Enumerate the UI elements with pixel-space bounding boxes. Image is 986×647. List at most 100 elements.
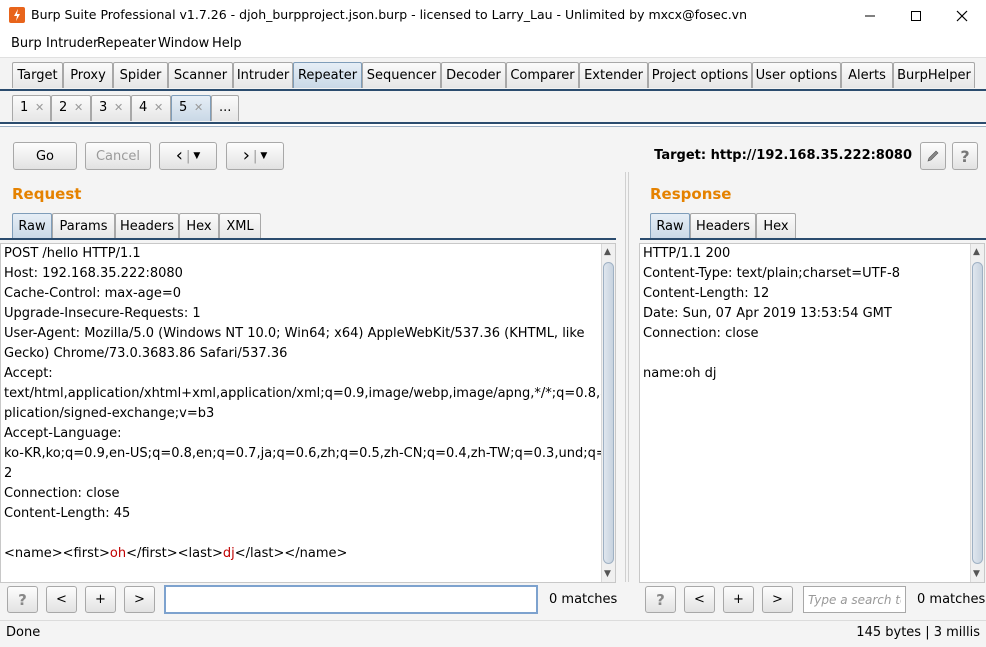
repeater-tab-5[interactable]: 5 ✕: [171, 95, 211, 121]
scroll-down-icon[interactable]: ▼: [973, 569, 980, 579]
response-tab-headers[interactable]: Headers: [690, 213, 756, 239]
tab-scanner[interactable]: Scanner: [168, 62, 233, 88]
dropdown-separator: |: [185, 148, 191, 164]
request-line: Upgrade-Insecure-Requests: 1: [4, 306, 201, 321]
close-tab-icon[interactable]: ✕: [74, 101, 83, 114]
title-bar: Burp Suite Professional v1.7.26 - djoh_b…: [0, 0, 986, 31]
response-search-input[interactable]: [803, 586, 906, 613]
menu-burp[interactable]: Burp: [11, 36, 42, 51]
scroll-down-icon[interactable]: ▼: [604, 569, 611, 579]
tab-user-options[interactable]: User options: [752, 62, 841, 88]
request-search-next-button[interactable]: >: [124, 586, 155, 613]
menu-repeater[interactable]: Repeater: [97, 36, 156, 51]
edit-target-button[interactable]: [920, 142, 946, 170]
tab-target[interactable]: Target: [12, 62, 63, 88]
target-label: Target: http://192.168.35.222:8080: [654, 148, 912, 163]
close-tab-icon[interactable]: ✕: [35, 101, 44, 114]
forward-history-button[interactable]: › | ▼: [226, 142, 284, 170]
new-tab-label: ...: [219, 100, 232, 115]
cancel-button[interactable]: Cancel: [85, 142, 151, 170]
repeater-tab-2[interactable]: 2 ✕: [51, 95, 91, 121]
close-tab-icon[interactable]: ✕: [154, 101, 163, 114]
menu-intruder[interactable]: Intruder: [46, 36, 98, 51]
tab-repeater[interactable]: Repeater: [293, 62, 362, 88]
request-tab-raw[interactable]: Raw: [12, 213, 52, 239]
response-search-add-button[interactable]: +: [723, 586, 754, 613]
request-tab-xml[interactable]: XML: [219, 213, 261, 239]
repeater-tab-label: 4: [139, 100, 148, 115]
close-window-button[interactable]: [939, 0, 985, 31]
xml-value: dj: [222, 546, 235, 561]
pane-splitter[interactable]: [625, 172, 629, 582]
close-tab-icon[interactable]: ✕: [114, 101, 123, 114]
request-line: [4, 524, 615, 544]
response-search-help-button[interactable]: ?: [645, 586, 676, 613]
tab-proxy[interactable]: Proxy: [63, 62, 113, 88]
tab-decoder[interactable]: Decoder: [441, 62, 506, 88]
request-line: Accept-Language:: [4, 426, 122, 441]
request-text[interactable]: POST /hello HTTP/1.1 Host: 192.168.35.222…: [4, 244, 616, 564]
menu-bar: Burp Intruder Repeater Window Help: [0, 31, 986, 57]
response-search-next-button[interactable]: >: [762, 586, 793, 613]
window-title: Burp Suite Professional v1.7.26 - djoh_b…: [31, 7, 747, 22]
scroll-up-icon[interactable]: ▲: [973, 247, 980, 257]
request-tab-hex[interactable]: Hex: [179, 213, 219, 239]
request-search-help-button[interactable]: ?: [7, 586, 38, 613]
response-line: Content-Type: text/plain;charset=UTF-8: [643, 266, 901, 281]
tab-alerts[interactable]: Alerts: [841, 62, 893, 88]
request-search-input[interactable]: [164, 585, 538, 614]
close-tab-icon[interactable]: ✕: [194, 101, 203, 114]
response-line: Connection: close: [643, 326, 759, 341]
xml-tag: </first>: [126, 546, 178, 561]
scroll-up-icon[interactable]: ▲: [604, 247, 611, 257]
response-line: name:oh dj: [643, 366, 717, 381]
response-line: Content-Length: 12: [643, 286, 770, 301]
request-tabs-divider: [0, 238, 616, 240]
menu-help[interactable]: Help: [212, 36, 242, 51]
response-tab-raw[interactable]: Raw: [650, 213, 690, 239]
response-scroll-thumb[interactable]: [972, 262, 983, 564]
response-line: HTTP/1.1 200: [643, 246, 731, 261]
maximize-button[interactable]: [893, 0, 939, 31]
response-tab-hex[interactable]: Hex: [756, 213, 796, 239]
request-scrollbar[interactable]: ▲ ▼: [601, 244, 615, 582]
status-bar: Done 145 bytes | 3 millis: [0, 620, 986, 647]
request-search-add-button[interactable]: +: [85, 586, 116, 613]
request-tab-params[interactable]: Params: [52, 213, 115, 239]
request-search-prev-button[interactable]: <: [46, 586, 77, 613]
response-editor[interactable]: HTTP/1.1 200 Content-Type: text/plain;cha…: [639, 243, 985, 583]
response-line: Date: Sun, 07 Apr 2019 13:53:54 GMT: [643, 306, 892, 321]
status-text: Done: [6, 625, 41, 640]
tab-burphelper[interactable]: BurpHelper: [893, 62, 975, 88]
minimize-button[interactable]: [847, 0, 893, 31]
response-line: [643, 344, 900, 364]
tab-project-options[interactable]: Project options: [648, 62, 752, 88]
response-text[interactable]: HTTP/1.1 200 Content-Type: text/plain;cha…: [643, 244, 900, 384]
request-line: Cache-Control: max-age=0: [4, 286, 182, 301]
repeater-tab-4[interactable]: 4 ✕: [131, 95, 171, 121]
new-repeater-tab[interactable]: ...: [211, 95, 239, 121]
repeater-tab-3[interactable]: 3 ✕: [91, 95, 131, 121]
request-editor[interactable]: POST /hello HTTP/1.1 Host: 192.168.35.222…: [0, 243, 616, 583]
repeater-tab-label: 2: [59, 100, 68, 115]
tab-sequencer[interactable]: Sequencer: [362, 62, 441, 88]
go-button[interactable]: Go: [13, 142, 77, 170]
request-scroll-thumb[interactable]: [603, 262, 614, 564]
request-line: text/html,application/xhtml+xml,applicat…: [4, 386, 616, 401]
tab-comparer[interactable]: Comparer: [506, 62, 579, 88]
request-line: plication/signed-exchange;v=b3: [4, 406, 215, 421]
tab-intruder[interactable]: Intruder: [233, 62, 293, 88]
target-help-button[interactable]: ?: [952, 142, 978, 170]
xml-tag: <last>: [177, 546, 223, 561]
repeater-tab-1[interactable]: 1 ✕: [12, 95, 51, 121]
response-tabs-divider: [640, 238, 986, 240]
menu-window[interactable]: Window: [158, 36, 209, 51]
tab-spider[interactable]: Spider: [113, 62, 168, 88]
response-scrollbar[interactable]: ▲ ▼: [970, 244, 984, 582]
tab-extender[interactable]: Extender: [579, 62, 648, 88]
back-history-button[interactable]: ‹ | ▼: [159, 142, 217, 170]
response-search-prev-button[interactable]: <: [684, 586, 715, 613]
request-tab-headers[interactable]: Headers: [115, 213, 179, 239]
help-icon: ?: [656, 590, 665, 609]
pencil-icon: [927, 150, 939, 162]
